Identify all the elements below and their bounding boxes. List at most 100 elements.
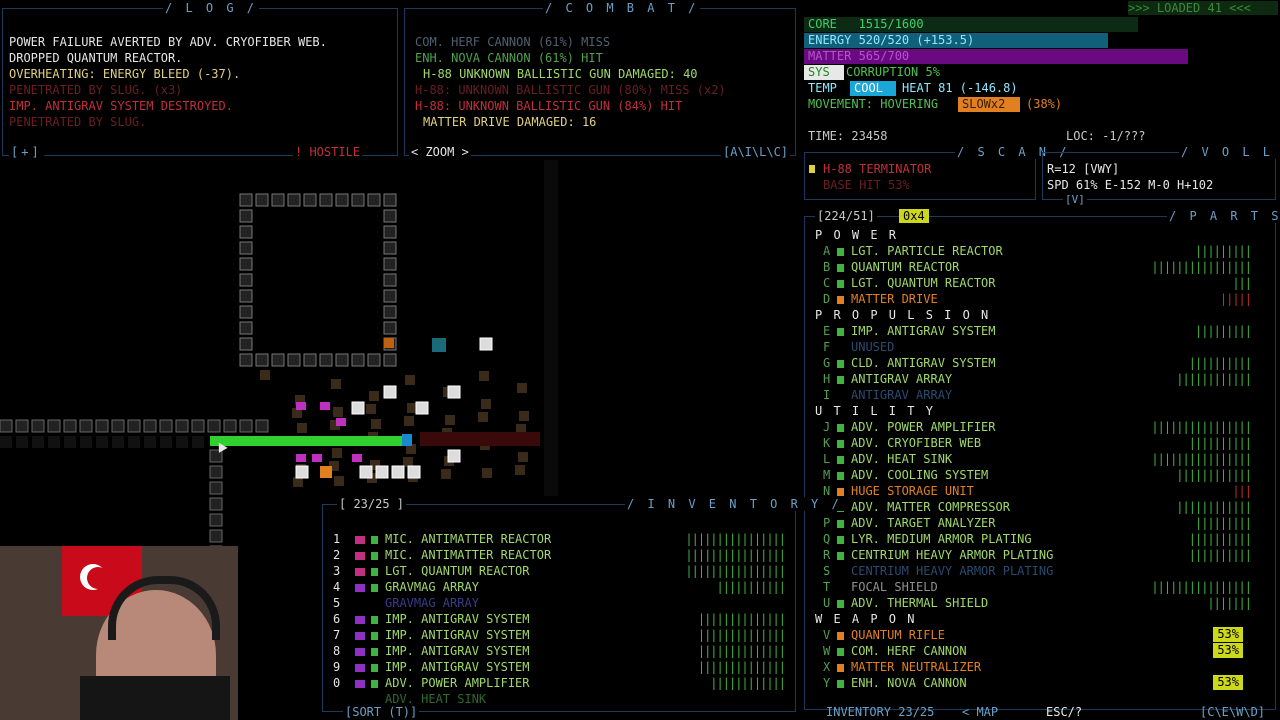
wall-tile <box>415 401 429 415</box>
help-button[interactable]: ESC/? <box>1046 705 1082 719</box>
inventory-slot[interactable]: 2 MIC. ANTIMATTER REACTOR |||||||||||||||| <box>333 547 786 563</box>
integrity-icon <box>837 392 844 400</box>
rubble-tile <box>441 469 451 479</box>
part-slot[interactable]: OADV. MATTER COMPRESSOR|||||||||||| <box>823 499 1263 515</box>
part-slot[interactable]: U ADV. THERMAL SHIELD ||||||| <box>823 595 1263 611</box>
wall-tile <box>209 481 223 495</box>
part-slot[interactable]: R CENTRIUM HEAVY ARMOR PLATING |||||||||| <box>823 547 1263 563</box>
wall-tile <box>479 337 493 351</box>
part-slot[interactable]: G CLD. ANTIGRAV SYSTEM |||||||||| <box>823 355 1263 371</box>
part-slot[interactable]: E IMP. ANTIGRAV SYSTEM ||||||||| <box>823 323 1263 339</box>
inventory-toggle[interactable]: INVENTORY 23/25 <box>826 705 934 719</box>
inventory-item-name: IMP. ANTIGRAV SYSTEM <box>385 612 530 626</box>
integrity-icon <box>837 423 844 432</box>
integrity-bar: |||||||||||||||| <box>1151 420 1252 434</box>
item-type-icon <box>355 535 365 544</box>
hostile-indicator[interactable]: ! HOSTILE <box>293 145 363 159</box>
part-key: B <box>823 260 831 274</box>
wall-tile <box>287 193 301 207</box>
part-slot[interactable]: J ADV. POWER AMPLIFIER |||||||||||||||| <box>823 419 1263 435</box>
part-name: CENTRIUM HEAVY ARMOR PLATING <box>851 548 1054 562</box>
part-slot[interactable]: D MATTER DRIVE ||||| <box>823 291 1263 307</box>
integrity-icon <box>371 679 378 688</box>
part-slot[interactable]: B QUANTUM REACTOR |||||||||||||||| <box>823 259 1263 275</box>
part-slot[interactable]: Q LYR. MEDIUM ARMOR PLATING |||||||||| <box>823 531 1263 547</box>
part-name: ADV. CRYOFIBER WEB <box>851 436 982 450</box>
part-key: J <box>823 420 831 434</box>
part-slot[interactable]: T FOCAL SHIELD |||||||||||||||| <box>823 579 1263 595</box>
integrity-icon <box>837 327 844 336</box>
part-slot[interactable]: K ADV. CRYOFIBER WEB |||||||||| <box>823 435 1263 451</box>
wall-tile <box>383 257 397 271</box>
slow-badge: SLOWx2 <box>958 97 1020 112</box>
parts-section-header: P O W E R <box>815 228 899 242</box>
floor-tile <box>112 436 124 448</box>
part-slot[interactable]: Y ENH. NOVA CANNON 53% <box>823 675 1263 691</box>
integrity-icon <box>837 663 844 672</box>
combat-filter-tabs[interactable]: [A\I\L\C] <box>721 145 791 159</box>
part-key: L <box>823 452 831 466</box>
inventory-slot[interactable]: 7 IMP. ANTIGRAV SYSTEM |||||||||||||| <box>333 627 786 643</box>
map-toggle[interactable]: < MAP <box>962 705 998 719</box>
integrity-icon <box>837 535 844 544</box>
integrity-icon <box>837 487 844 496</box>
inventory-slot[interactable]: 4 GRAVMAG ARRAY ||||||||||| <box>333 579 786 595</box>
wall-tile <box>239 321 253 335</box>
part-slot[interactable]: W COM. HERF CANNON 53% <box>823 643 1263 659</box>
inventory-key: 9 <box>333 660 341 674</box>
wall-tile <box>255 419 269 433</box>
wall-tile <box>367 353 381 367</box>
part-slot[interactable]: N HUGE STORAGE UNIT ||| <box>823 483 1263 499</box>
part-slot[interactable]: X MATTER NEUTRALIZER <box>823 659 1263 675</box>
wall-tile <box>447 385 461 399</box>
inventory-key: 2 <box>333 548 341 562</box>
integrity-bar: |||||||||||| <box>1176 500 1252 514</box>
integrity-bar: |||||||||| <box>1188 436 1252 450</box>
part-name: QUANTUM REACTOR <box>851 260 960 274</box>
inventory-key: 7 <box>333 628 341 642</box>
part-slot[interactable]: F UNUSED <box>823 339 1263 355</box>
part-slot[interactable]: C LGT. QUANTUM REACTOR ||| <box>823 275 1263 291</box>
part-slot[interactable]: L ADV. HEAT SINK |||||||||||||||| <box>823 451 1263 467</box>
inventory-slot[interactable]: 1 MIC. ANTIMATTER REACTOR |||||||||||||||| <box>333 531 786 547</box>
temp-label: TEMP <box>808 81 837 95</box>
part-key: G <box>823 356 831 370</box>
wall-tile <box>31 419 45 433</box>
inventory-slot[interactable]: 0 ADV. POWER AMPLIFIER |||||||||||| <box>333 675 786 691</box>
rubble-tile <box>482 468 492 478</box>
part-slot[interactable]: I ANTIGRAV ARRAY <box>823 387 1263 403</box>
inventory-item-name: IMP. ANTIGRAV SYSTEM <box>385 660 530 674</box>
sort-button[interactable]: [SORT (T)] <box>343 705 420 719</box>
integrity-icon <box>837 647 844 656</box>
part-slot[interactable]: H ANTIGRAV ARRAY |||||||||||| <box>823 371 1263 387</box>
integrity-icon <box>371 600 378 608</box>
inventory-slot[interactable]: 8 IMP. ANTIGRAV SYSTEM |||||||||||||| <box>333 643 786 659</box>
inventory-slot[interactable]: 3 LGT. QUANTUM REACTOR |||||||||||||||| <box>333 563 786 579</box>
wall-tile <box>383 273 397 287</box>
inventory-slot[interactable]: 9 IMP. ANTIGRAV SYSTEM |||||||||||||| <box>333 659 786 675</box>
part-name: ANTIGRAV ARRAY <box>851 372 953 386</box>
integrity-bar: |||||||||||||||| <box>1151 260 1252 274</box>
integrity-bar: |||||||||||||||| <box>685 532 786 546</box>
part-slot[interactable]: A LGT. PARTICLE REACTOR ||||||||| <box>823 243 1263 259</box>
part-slot[interactable]: V QUANTUM RIFLE 53% <box>823 627 1263 643</box>
zoom-control[interactable]: < ZOOM > <box>409 145 471 159</box>
expand-log-button[interactable]: [+] <box>9 145 44 159</box>
integrity-bar: ||| <box>1232 484 1252 498</box>
parts-section-header: P R O P U L S I O N <box>815 308 991 322</box>
part-slot[interactable]: M ADV. COOLING SYSTEM |||||||||||| <box>823 467 1263 483</box>
part-slot[interactable]: S CENTRIUM HEAVY ARMOR PLATING <box>823 563 1263 579</box>
inventory-slot[interactable]: 5 GRAVMAG ARRAY <box>333 595 785 611</box>
inventory-item-name: MIC. ANTIMATTER REACTOR <box>385 532 552 546</box>
item-tile <box>336 418 346 426</box>
volley-toggle[interactable]: [V] <box>1063 193 1087 206</box>
map-canvas[interactable] <box>0 160 560 560</box>
panel-keys[interactable]: [C\E\W\D] <box>1200 705 1265 719</box>
wall-tile <box>383 209 397 223</box>
part-key: V <box>823 628 831 642</box>
wall-tile <box>47 419 61 433</box>
part-slot[interactable]: P ADV. TARGET ANALYZER ||||||||| <box>823 515 1263 531</box>
part-key: U <box>823 596 831 610</box>
inventory-slot[interactable]: 6 IMP. ANTIGRAV SYSTEM |||||||||||||| <box>333 611 786 627</box>
player-tile <box>402 434 412 446</box>
